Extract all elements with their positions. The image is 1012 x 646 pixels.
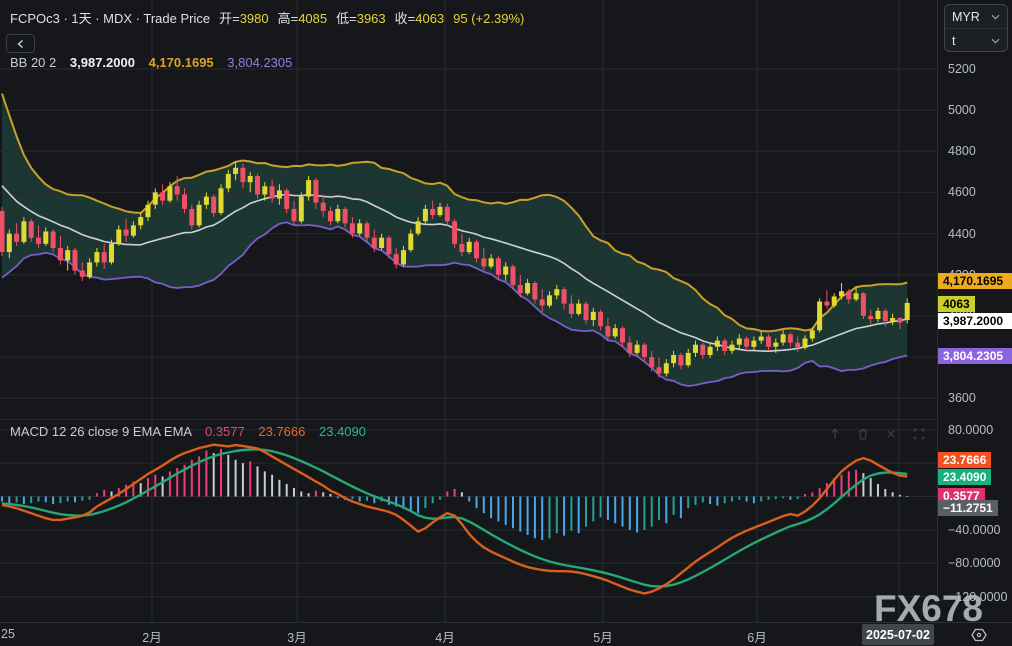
macd-hist-value: 0.3577 [205,424,245,439]
pane-toolbar [828,427,926,441]
axis-value-label: 4,170.1695 [938,273,1012,289]
ohlc-values: 开=3980 高=4085 低=3963 收=4063 [210,11,444,26]
macd-signal-value: 23.4090 [319,424,366,439]
axis-value-label: −11.2751 [938,500,998,516]
currency-select[interactable]: MYR [945,5,1007,29]
currency-value: MYR [952,10,980,24]
chevron-down-icon [991,38,1000,44]
ohlc-token: 开=3980 [219,11,269,26]
price-tick-label: 4800 [948,144,976,158]
ohlc-token: 高=4085 [278,11,328,26]
axis-value-label: 3,987.2000 [938,313,1012,329]
time-tick-label: 3月 [287,627,306,646]
time-tick-label: 4月 [435,627,454,646]
time-tick-label: 5月 [593,627,612,646]
last-date-label: 2025-07-02 [862,624,934,645]
close-pane-icon[interactable] [884,427,898,441]
price-tick-label: 3600 [948,391,976,405]
price-tick-label: 5000 [948,103,976,117]
chevron-left-icon [16,39,26,49]
delete-pane-icon[interactable] [856,427,870,441]
price-tick-label: 4400 [948,227,976,241]
chart-canvas[interactable] [0,0,937,622]
chevron-down-icon [991,14,1000,20]
ohlc-token: 低=3963 [336,11,386,26]
macd-tick-label: 80.0000 [948,423,993,437]
price-tick-label: 4600 [948,185,976,199]
axis-value-label: 3,804.2305 [938,348,1012,364]
back-button[interactable] [6,34,35,53]
macd-layer [0,420,937,622]
change-value: 95 (+2.39%) [453,11,524,26]
bb-indicator-legend[interactable]: BB 20 2 3,987.2000 4,170.1695 3,804.2305 [10,55,292,70]
hexagon-target-icon [970,626,988,644]
macd-tick-label: −120.0000 [948,590,1007,604]
time-tick-label: 6月 [747,627,766,646]
chart-window: FX678 5200500048004600440042004000380036… [0,0,1012,646]
symbol-header: FCPOc3 · 1天 · MDX · Trade Price 开=3980 高=4… [10,8,524,27]
time-tick-label: 2月 [142,627,161,646]
time-axis[interactable]: 25 2月 3月 4月 5月 6月 [0,622,1012,646]
unit-select[interactable]: t [945,29,1007,53]
axis-value-label: 23.4090 [938,469,991,485]
maximize-pane-icon[interactable] [912,427,926,441]
scroll-to-realtime-button[interactable] [966,625,992,644]
price-tick-label: 5200 [948,62,976,76]
unit-value: t [952,34,955,48]
macd-label: MACD 12 26 close 9 EMA EMA [10,424,191,439]
bb-label: BB 20 2 [10,55,56,70]
macd-indicator-legend[interactable]: MACD 12 26 close 9 EMA EMA 0.3577 23.766… [10,424,366,439]
bb-lower-value: 3,804.2305 [227,55,292,70]
bb-basis-value: 3,987.2000 [70,55,135,70]
axis-value-label: 23.7666 [938,452,991,468]
time-tick-label: 25 [1,627,15,641]
macd-tick-label: −80.0000 [948,556,1000,570]
axis-unit-selector: MYR t [944,4,1008,52]
symbol-title[interactable]: FCPOc3 · 1天 · MDX · Trade Price [10,11,210,26]
ohlc-token: 收=4063 [395,11,445,26]
bb-upper-value: 4,170.1695 [149,55,214,70]
move-pane-up-icon[interactable] [828,427,842,441]
macd-histogram [1,449,908,540]
macd-tick-label: −40.0000 [948,523,1000,537]
axis-value-label: 4063 [938,296,975,312]
macd-line-value: 23.7666 [258,424,305,439]
